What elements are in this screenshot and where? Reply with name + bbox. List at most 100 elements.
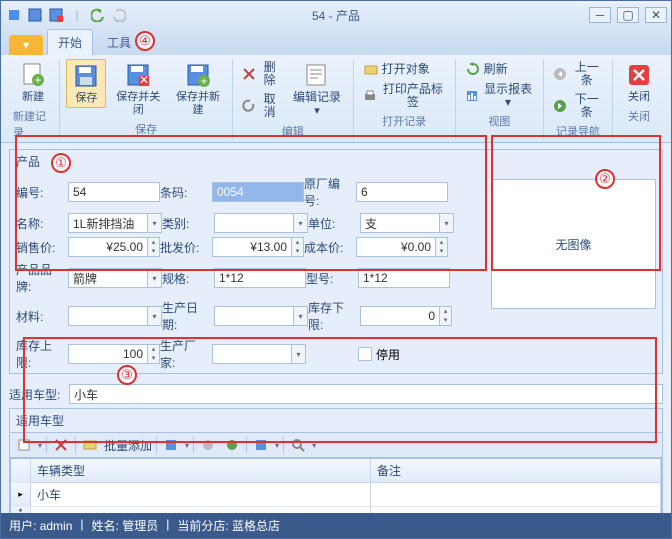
whole-spin[interactable]: ▴▾ bbox=[292, 237, 304, 257]
grid-search-icon[interactable] bbox=[288, 435, 308, 455]
refresh-button[interactable]: 刷新 bbox=[462, 59, 538, 79]
cat-label: 类别: bbox=[162, 215, 214, 232]
spec-input[interactable] bbox=[214, 268, 306, 288]
grid-batch-icon[interactable] bbox=[80, 435, 100, 455]
stockmax-spin[interactable]: ▴▾ bbox=[148, 344, 160, 364]
cost-input[interactable] bbox=[356, 237, 436, 257]
image-placeholder[interactable]: 无图像 bbox=[491, 179, 656, 309]
svg-text:+: + bbox=[35, 73, 42, 87]
grid-prev-icon[interactable] bbox=[198, 435, 218, 455]
barcode-label: 条码: bbox=[160, 184, 212, 201]
factory-label: 生产厂家: bbox=[160, 337, 212, 371]
brand-label: 产品品牌: bbox=[16, 261, 68, 295]
mfr-input[interactable] bbox=[356, 182, 448, 202]
titlebar: | 54 - 产品 ─ ▢ ✕ bbox=[1, 1, 671, 29]
disabled-label: 停用 bbox=[376, 346, 400, 363]
unit-input[interactable] bbox=[360, 213, 440, 233]
show-report-button[interactable]: 显示报表 ▾ bbox=[462, 81, 538, 111]
print-label-button[interactable]: 打印产品标签 bbox=[360, 81, 449, 111]
unit-dd[interactable]: ▾ bbox=[440, 213, 454, 233]
table-row[interactable]: ▸ 小车 bbox=[11, 483, 661, 507]
material-dd[interactable]: ▾ bbox=[148, 306, 162, 326]
stockmin-label: 库存下限: bbox=[308, 299, 360, 333]
maximize-button[interactable]: ▢ bbox=[617, 7, 639, 23]
close-button[interactable]: 关闭 bbox=[619, 59, 659, 106]
grid-next-icon[interactable] bbox=[222, 435, 242, 455]
brand-dd[interactable]: ▾ bbox=[148, 268, 162, 288]
name-input[interactable] bbox=[68, 213, 148, 233]
qat-save-icon[interactable] bbox=[26, 6, 44, 24]
ribbon: +新建 新建记录 保存 ✕保存并关闭 +保存并新建 保存 删除 取消 编辑记录 … bbox=[1, 55, 671, 143]
content-area: 产品 编号: 条码: 原厂编号: 名称:▾ 类别:▾ 单位:▾ 销售价:▴▾ bbox=[1, 143, 671, 513]
window-title: 54 - 产品 bbox=[312, 7, 360, 24]
disabled-checkbox[interactable] bbox=[358, 347, 372, 361]
col-type[interactable]: 车辆类型 bbox=[31, 459, 371, 483]
spec-label: 规格: bbox=[162, 270, 214, 287]
grid-tool1-icon[interactable] bbox=[161, 435, 181, 455]
applicable-label: 适用车型: bbox=[9, 386, 69, 403]
material-input[interactable] bbox=[68, 306, 148, 326]
barcode-input[interactable] bbox=[212, 182, 304, 202]
next-record-button[interactable]: 下一条 bbox=[550, 91, 606, 121]
product-panel: 产品 编号: 条码: 原厂编号: 名称:▾ 类别:▾ 单位:▾ 销售价:▴▾ bbox=[9, 149, 663, 374]
cat-input[interactable] bbox=[214, 213, 294, 233]
unit-label: 单位: bbox=[308, 215, 360, 232]
cat-dd[interactable]: ▾ bbox=[294, 213, 308, 233]
applicable-panel: 适用车型 ▾ 批量添加 ▾ ▾ ▾ bbox=[9, 408, 663, 513]
vehicle-grid: 车辆类型 备注 ▸ 小车 * bbox=[10, 458, 662, 513]
material-label: 材料: bbox=[16, 308, 68, 325]
sale-input[interactable] bbox=[68, 237, 148, 257]
svg-text:✕: ✕ bbox=[139, 73, 149, 87]
cost-spin[interactable]: ▴▾ bbox=[436, 237, 448, 257]
prev-record-button[interactable]: 上一条 bbox=[550, 59, 606, 89]
stockmin-input[interactable] bbox=[360, 306, 440, 326]
grid-delete-icon[interactable] bbox=[51, 435, 71, 455]
model-input[interactable] bbox=[358, 268, 450, 288]
name-label: 名称: bbox=[16, 215, 68, 232]
delete-button[interactable]: 删除 bbox=[239, 59, 283, 89]
cancel-button[interactable]: 取消 bbox=[239, 91, 283, 121]
sale-label: 销售价: bbox=[16, 239, 68, 256]
sale-spin[interactable]: ▴▾ bbox=[148, 237, 160, 257]
qat-redo-icon[interactable] bbox=[110, 6, 128, 24]
name-dd[interactable]: ▾ bbox=[148, 213, 162, 233]
tab-start[interactable]: 开始 bbox=[47, 29, 93, 55]
svg-text:+: + bbox=[200, 74, 207, 88]
batch-add-label[interactable]: 批量添加 bbox=[104, 437, 152, 454]
whole-input[interactable] bbox=[212, 237, 292, 257]
model-label: 型号: bbox=[306, 270, 358, 287]
minimize-button[interactable]: ─ bbox=[589, 7, 611, 23]
mfr-label: 原厂编号: bbox=[304, 175, 356, 209]
ribbon-tabs: ▾ 开始 工具 bbox=[1, 29, 671, 55]
factory-dd[interactable]: ▾ bbox=[292, 344, 306, 364]
pdate-input[interactable] bbox=[214, 306, 294, 326]
save-new-button[interactable]: +保存并新建 bbox=[170, 59, 226, 119]
new-button[interactable]: +新建 bbox=[13, 59, 53, 106]
grid-new-icon[interactable] bbox=[14, 435, 34, 455]
open-object-button[interactable]: 打开对象 bbox=[360, 59, 449, 79]
col-remark[interactable]: 备注 bbox=[371, 459, 661, 483]
grid-toolbar: ▾ 批量添加 ▾ ▾ ▾ bbox=[10, 432, 662, 458]
applicable-input[interactable] bbox=[69, 384, 663, 404]
qat-icon[interactable] bbox=[5, 6, 23, 24]
edit-record-button[interactable]: 编辑记录 ▾ bbox=[287, 59, 346, 120]
save-close-button[interactable]: ✕保存并关闭 bbox=[110, 59, 166, 119]
cost-label: 成本价: bbox=[304, 239, 356, 256]
grid-tool2-icon[interactable] bbox=[251, 435, 271, 455]
brand-input[interactable] bbox=[68, 268, 148, 288]
qat-sep: | bbox=[68, 6, 86, 24]
id-input[interactable] bbox=[68, 182, 160, 202]
stockmax-label: 库存上限: bbox=[16, 337, 68, 371]
save-button[interactable]: 保存 bbox=[66, 59, 106, 108]
whole-label: 批发价: bbox=[160, 239, 212, 256]
stockmin-spin[interactable]: ▴▾ bbox=[440, 306, 452, 326]
applicable-panel-title: 适用车型 bbox=[10, 409, 662, 432]
id-label: 编号: bbox=[16, 184, 68, 201]
close-window-button[interactable]: ✕ bbox=[645, 7, 667, 23]
factory-input[interactable] bbox=[212, 344, 292, 364]
qat-undo-icon[interactable] bbox=[89, 6, 107, 24]
qat-save2-icon[interactable] bbox=[47, 6, 65, 24]
file-menu[interactable]: ▾ bbox=[9, 35, 43, 55]
pdate-dd[interactable]: ▾ bbox=[294, 306, 308, 326]
stockmax-input[interactable] bbox=[68, 344, 148, 364]
